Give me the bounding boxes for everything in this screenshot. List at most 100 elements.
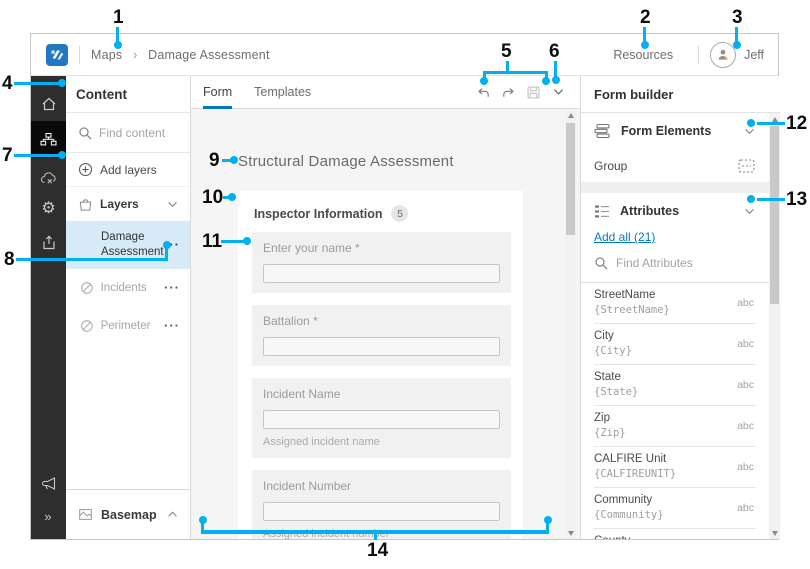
save-button-disabled[interactable]	[525, 84, 541, 100]
attribute-name: County	[594, 535, 756, 539]
breadcrumb-maps-link[interactable]: Maps	[91, 48, 122, 62]
rail-expand-button[interactable]: »	[31, 501, 66, 531]
rail-settings-button[interactable]: ⚙	[31, 194, 66, 224]
layer-name: Damage Assessment	[101, 230, 164, 260]
attributes-label: Attributes	[620, 204, 679, 218]
field-input[interactable]	[263, 502, 500, 521]
field-input[interactable]	[263, 337, 500, 356]
callout-1: 1	[113, 8, 124, 27]
form-element-group-item[interactable]: Group	[581, 149, 769, 182]
redo-icon	[501, 85, 516, 99]
chevron-down-icon[interactable]	[744, 208, 755, 215]
layers-section-header[interactable]: Layers	[66, 187, 190, 221]
builder-scrollbar[interactable]	[769, 113, 779, 539]
form-group-card[interactable]: Inspector Information 5 Enter your name …	[238, 191, 523, 539]
rail-offline-button[interactable]	[31, 163, 66, 193]
field-label: Incident Name	[263, 387, 500, 401]
form-scrollbar[interactable]	[565, 109, 576, 539]
undo-button[interactable]	[475, 84, 491, 100]
screenshot-root: Maps › Damage Assessment Resources Jeff	[0, 0, 810, 569]
attribute-name: State	[594, 371, 756, 383]
find-content-search[interactable]: Find content	[66, 113, 190, 153]
find-attributes-search[interactable]: Find Attributes	[581, 253, 769, 282]
scroll-up-arrow-icon[interactable]	[565, 109, 576, 121]
person-icon	[715, 47, 731, 63]
attributes-header[interactable]: Attributes	[581, 193, 769, 229]
user-name: Jeff	[744, 48, 764, 62]
attributes-list: StreetName {StreetName} abc City {City} …	[581, 283, 769, 539]
layer-name: Incidents	[101, 281, 157, 296]
form-elements-label: Form Elements	[621, 124, 711, 138]
layer-item-damage-assessment[interactable]: Damage Assessment ···	[66, 221, 190, 269]
form-elements-icon	[594, 123, 611, 139]
attribute-item-county[interactable]: County {County} abc	[594, 529, 756, 539]
layers-section-label: Layers	[100, 197, 139, 211]
field-label: Battalion *	[263, 314, 500, 328]
chevron-down-icon[interactable]	[744, 128, 755, 135]
attribute-item-zip[interactable]: Zip {Zip} abc	[594, 406, 756, 447]
callout-2: 2	[640, 8, 651, 27]
add-all-link[interactable]: Add all (21)	[594, 230, 756, 244]
chevron-down-icon	[167, 201, 178, 208]
form-title[interactable]: Structural Damage Assessment	[238, 153, 454, 170]
attribute-item-calfire-unit[interactable]: CALFIRE Unit {CALFIREUNIT} abc	[594, 447, 756, 488]
attribute-type-abc: abc	[737, 461, 754, 473]
megaphone-icon	[41, 476, 57, 491]
more-options-button[interactable]	[550, 84, 566, 100]
group-count-badge: 5	[391, 205, 408, 222]
callout-3: 3	[732, 8, 743, 27]
callout-4: 4	[2, 74, 13, 93]
basemap-section-header[interactable]: Basemap	[66, 489, 190, 539]
form-field-battalion[interactable]: Battalion *	[252, 305, 511, 366]
attribute-code: {CALFIREUNIT}	[594, 468, 756, 480]
add-layers-button[interactable]: Add layers	[66, 153, 190, 187]
header-divider	[79, 46, 80, 64]
field-input[interactable]	[263, 410, 500, 429]
callout-8: 8	[4, 250, 15, 269]
arcgis-field-maps-logo-icon[interactable]	[46, 44, 68, 66]
form-elements-header[interactable]: Form Elements	[581, 113, 769, 149]
form-builder-panel: Form builder Form Elements	[580, 76, 780, 539]
resources-link[interactable]: Resources	[613, 48, 673, 62]
prohibited-icon	[80, 281, 94, 295]
app-window: Maps › Damage Assessment Resources Jeff	[30, 33, 779, 540]
scrollbar-thumb[interactable]	[770, 126, 779, 304]
field-input[interactable]	[263, 264, 500, 283]
rail-feedback-button[interactable]	[31, 468, 66, 498]
breadcrumb-map-title: Damage Assessment	[148, 48, 270, 62]
tab-templates-label: Templates	[254, 85, 311, 99]
layer-item-incidents[interactable]: Incidents ···	[66, 269, 190, 307]
save-icon	[526, 85, 541, 100]
redo-button[interactable]	[500, 84, 516, 100]
search-icon	[594, 256, 608, 270]
form-field-incident-name[interactable]: Incident Name Assigned incident name	[252, 378, 511, 458]
group-title: Inspector Information	[254, 207, 382, 221]
layer-item-perimeter[interactable]: Perimeter ···	[66, 307, 190, 345]
attribute-item-community[interactable]: Community {Community} abc	[594, 488, 756, 529]
callout-10: 10	[202, 188, 223, 207]
tab-form[interactable]: Form	[203, 76, 232, 109]
layer-overflow-menu-icon[interactable]: ···	[164, 283, 180, 293]
rail-home-button[interactable]	[31, 89, 66, 119]
attribute-item-state[interactable]: State {State} abc	[594, 365, 756, 406]
find-content-placeholder: Find content	[99, 126, 165, 140]
scrollbar-thumb[interactable]	[566, 123, 575, 235]
basemap-icon	[78, 507, 93, 522]
form-field-incident-number[interactable]: Incident Number Assigned incident number	[252, 470, 511, 539]
callout-14: 14	[367, 541, 388, 560]
scroll-down-arrow-icon[interactable]	[769, 527, 780, 539]
app-header: Maps › Damage Assessment Resources Jeff	[31, 34, 778, 76]
attribute-item-streetname[interactable]: StreetName {StreetName} abc	[594, 283, 756, 324]
rail-share-button[interactable]	[31, 228, 66, 258]
attribute-type-abc: abc	[737, 297, 754, 309]
callout-7: 7	[2, 146, 13, 165]
scroll-down-arrow-icon[interactable]	[565, 527, 576, 539]
callout-9: 9	[209, 151, 220, 170]
attribute-name: Community	[594, 494, 756, 506]
attribute-code: {City}	[594, 345, 756, 357]
gear-icon: ⚙	[41, 201, 55, 217]
form-field-name[interactable]: Enter your name *	[252, 232, 511, 293]
attribute-item-city[interactable]: City {City} abc	[594, 324, 756, 365]
layer-overflow-menu-icon[interactable]: ···	[164, 321, 180, 331]
tab-templates[interactable]: Templates	[254, 76, 311, 109]
